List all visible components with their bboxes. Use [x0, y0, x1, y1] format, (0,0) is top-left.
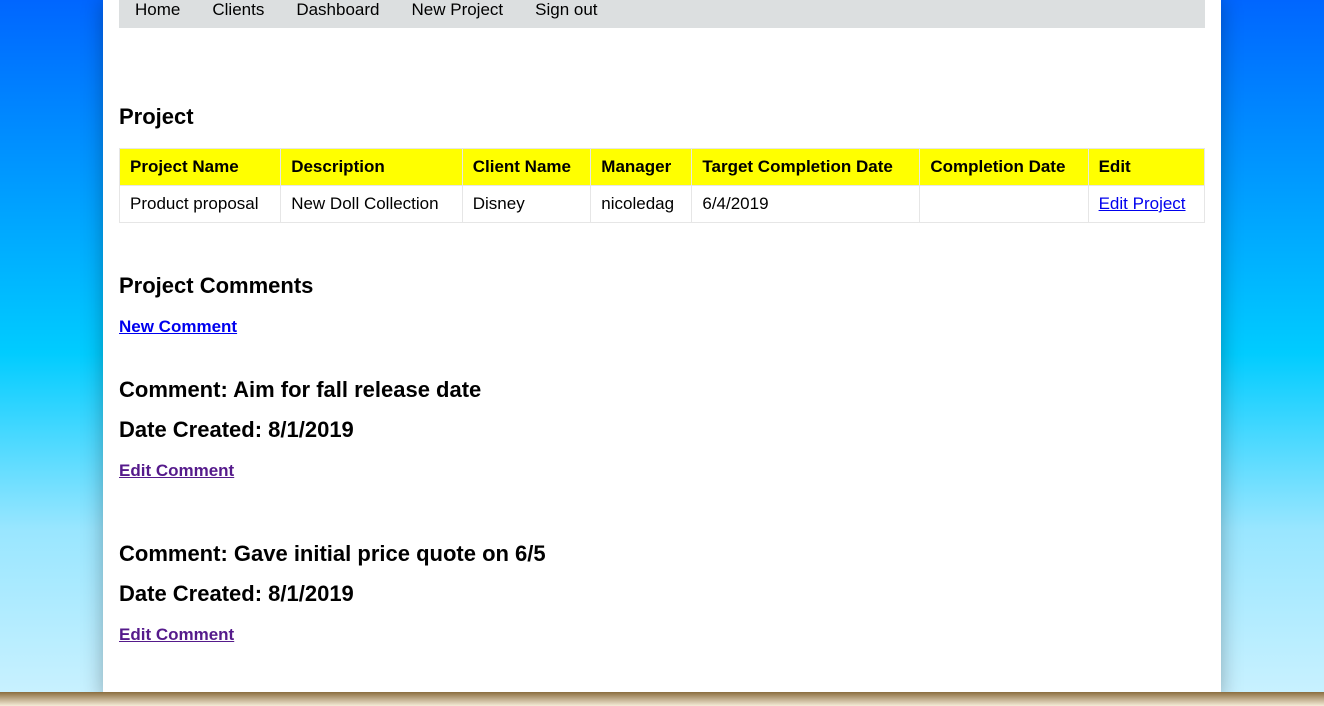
cell-completion-date: [920, 186, 1088, 223]
col-client-name: Client Name: [462, 149, 591, 186]
project-heading: Project: [119, 104, 1205, 130]
cell-project-name: Product proposal: [120, 186, 281, 223]
edit-comment-link[interactable]: Edit Comment: [119, 461, 234, 480]
project-table: Project Name Description Client Name Man…: [119, 148, 1205, 223]
nav-dashboard[interactable]: Dashboard: [280, 0, 395, 20]
col-manager: Manager: [591, 149, 692, 186]
table-row: Product proposal New Doll Collection Dis…: [120, 186, 1205, 223]
nav-sign-out[interactable]: Sign out: [519, 0, 613, 20]
comment-body: Gave initial price quote on 6/5: [234, 541, 546, 566]
col-completion-date: Completion Date: [920, 149, 1088, 186]
comment-prefix: Comment:: [119, 541, 234, 566]
comment-prefix: Comment:: [119, 377, 233, 402]
browser-bottom-frame: [0, 692, 1324, 706]
date-value: 8/1/2019: [268, 417, 354, 442]
date-prefix: Date Created:: [119, 417, 268, 442]
nav-home[interactable]: Home: [119, 0, 196, 20]
col-project-name: Project Name: [120, 149, 281, 186]
cell-manager: nicoledag: [591, 186, 692, 223]
content-area: Project Project Name Description Client …: [103, 104, 1221, 675]
new-comment-link[interactable]: New Comment: [119, 317, 237, 336]
main-nav: Home Clients Dashboard New Project Sign …: [119, 0, 1205, 28]
date-value: 8/1/2019: [268, 581, 354, 606]
cell-description: New Doll Collection: [281, 186, 463, 223]
col-target-date: Target Completion Date: [692, 149, 920, 186]
comment-text: Comment: Gave initial price quote on 6/5: [119, 541, 1205, 567]
comment-date: Date Created: 8/1/2019: [119, 581, 1205, 607]
comment-text: Comment: Aim for fall release date: [119, 377, 1205, 403]
cell-client-name: Disney: [462, 186, 591, 223]
edit-project-link[interactable]: Edit Project: [1099, 194, 1186, 213]
table-header-row: Project Name Description Client Name Man…: [120, 149, 1205, 186]
nav-new-project[interactable]: New Project: [396, 0, 520, 20]
col-description: Description: [281, 149, 463, 186]
comment-body: Aim for fall release date: [233, 377, 481, 402]
cell-target-date: 6/4/2019: [692, 186, 920, 223]
edit-comment-link[interactable]: Edit Comment: [119, 625, 234, 644]
col-edit: Edit: [1088, 149, 1204, 186]
date-prefix: Date Created:: [119, 581, 268, 606]
nav-clients[interactable]: Clients: [196, 0, 280, 20]
page-container: Home Clients Dashboard New Project Sign …: [103, 0, 1221, 700]
cell-edit: Edit Project: [1088, 186, 1204, 223]
comment-date: Date Created: 8/1/2019: [119, 417, 1205, 443]
comments-heading: Project Comments: [119, 273, 1205, 299]
